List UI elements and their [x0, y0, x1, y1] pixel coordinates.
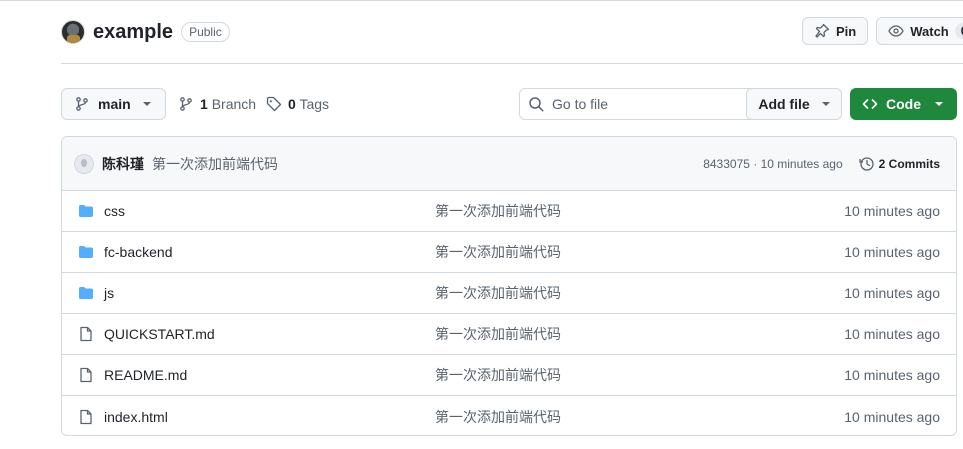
history-icon — [858, 156, 875, 172]
code-button[interactable]: Code — [850, 88, 957, 120]
file-commit-time: 10 minutes ago — [844, 408, 940, 425]
commit-hash-time[interactable]: 8433075 · 10 minutes ago — [703, 157, 842, 171]
file-commit-message[interactable]: 第一次添加前端代码 — [435, 283, 561, 303]
branch-icon — [74, 96, 90, 112]
file-row[interactable]: index.html 第一次添加前端代码 10 minutes ago — [62, 396, 956, 435]
pin-icon — [814, 23, 830, 39]
watch-count: 0 — [954, 23, 963, 39]
folder-icon — [78, 244, 94, 260]
tag-icon — [266, 96, 282, 112]
repo-toolbar: main 1 Branch 0 Tags t Add file Code — [61, 88, 957, 120]
file-commit-message[interactable]: 第一次添加前端代码 — [435, 201, 561, 221]
top-border — [0, 0, 963, 1]
file-commit-message[interactable]: 第一次添加前端代码 — [435, 324, 561, 344]
file-name-link[interactable]: js — [104, 285, 114, 301]
header-divider — [61, 63, 963, 64]
add-file-button[interactable]: Add file — [746, 88, 842, 120]
repo-header: example Public — [61, 18, 230, 46]
file-commit-time: 10 minutes ago — [844, 326, 940, 342]
commits-count: 2 Commits — [878, 156, 940, 171]
branch-selector[interactable]: main — [61, 88, 166, 120]
search-input[interactable] — [552, 96, 767, 112]
owner-avatar[interactable] — [61, 20, 85, 44]
branch-count: 1 — [200, 96, 208, 112]
tags-link[interactable]: 0 Tags — [266, 88, 329, 120]
author-avatar[interactable] — [74, 153, 94, 174]
code-label: Code — [886, 96, 921, 112]
branch-icon — [178, 96, 194, 112]
latest-commit-bar: 陈科瑾 第一次添加前端代码 8433075 · 10 minutes ago 2… — [62, 137, 956, 191]
file-name-link[interactable]: index.html — [104, 409, 168, 425]
visibility-badge: Public — [181, 22, 230, 42]
chevron-down-icon — [821, 102, 830, 106]
code-icon — [862, 96, 878, 112]
folder-icon — [78, 285, 94, 301]
file-row[interactable]: js 第一次添加前端代码 10 minutes ago — [62, 273, 956, 314]
file-browser: 陈科瑾 第一次添加前端代码 8433075 · 10 minutes ago 2… — [61, 136, 957, 436]
file-row[interactable]: fc-backend 第一次添加前端代码 10 minutes ago — [62, 232, 956, 273]
file-commit-message[interactable]: 第一次添加前端代码 — [435, 407, 561, 427]
file-commit-time: 10 minutes ago — [844, 244, 940, 260]
branch-count-label: Branch — [211, 96, 257, 112]
commits-history-link[interactable]: 2 Commits — [858, 156, 940, 172]
file-commit-time: 10 minutes ago — [844, 285, 940, 301]
file-commit-time: 10 minutes ago — [844, 367, 940, 383]
file-name-link[interactable]: css — [104, 203, 125, 219]
file-list: css 第一次添加前端代码 10 minutes ago fc-backend 第一次添… — [62, 191, 956, 435]
file-commit-message[interactable]: 第一次添加前端代码 — [435, 242, 561, 262]
watch-label: Watch — [910, 23, 949, 39]
repo-actions: Pin Watch 0 — [802, 17, 963, 45]
search-icon — [528, 96, 544, 112]
tag-count-label: Tags — [299, 96, 330, 112]
commit-author[interactable]: 陈科瑾 — [102, 154, 144, 174]
file-commit-time: 10 minutes ago — [844, 203, 940, 219]
folder-icon — [78, 203, 94, 219]
file-name-link[interactable]: README.md — [104, 367, 187, 383]
file-icon — [78, 367, 94, 383]
pin-label: Pin — [836, 23, 857, 39]
file-name-link[interactable]: fc-backend — [104, 244, 172, 260]
file-commit-message[interactable]: 第一次添加前端代码 — [435, 365, 561, 385]
commit-meta: 8433075 · 10 minutes ago 2 Commits — [703, 156, 940, 172]
chevron-down-icon — [935, 102, 943, 106]
watch-button[interactable]: Watch 0 — [876, 17, 963, 45]
branches-link[interactable]: 1 Branch — [178, 88, 256, 120]
eye-icon — [888, 23, 904, 39]
file-icon — [78, 409, 94, 425]
file-row[interactable]: README.md 第一次添加前端代码 10 minutes ago — [62, 355, 956, 396]
pin-button[interactable]: Pin — [802, 17, 869, 45]
commit-message[interactable]: 第一次添加前端代码 — [152, 154, 278, 174]
tag-count: 0 — [288, 96, 296, 112]
repo-name[interactable]: example — [93, 21, 173, 44]
file-icon — [78, 326, 94, 342]
file-row[interactable]: css 第一次添加前端代码 10 minutes ago — [62, 191, 956, 232]
add-file-label: Add file — [758, 96, 810, 112]
branch-name: main — [98, 96, 131, 112]
file-row[interactable]: QUICKSTART.md 第一次添加前端代码 10 minutes ago — [62, 314, 956, 355]
chevron-down-icon — [142, 102, 151, 106]
file-name-link[interactable]: QUICKSTART.md — [104, 326, 215, 342]
